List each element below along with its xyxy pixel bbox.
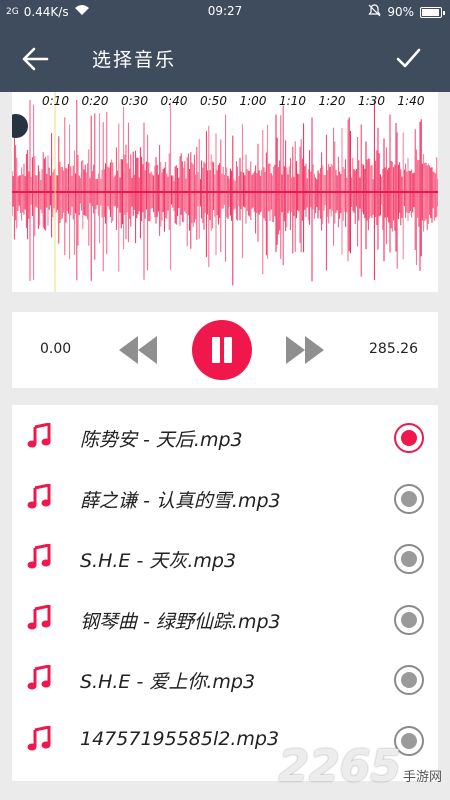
song-name: S.H.E - 天灰.mp3 [80, 550, 237, 572]
total-time: 285.26 [369, 341, 418, 357]
time-mark: 0:30 [121, 94, 148, 108]
back-arrow-icon[interactable] [20, 44, 50, 74]
time-mark: 0:40 [160, 94, 188, 108]
song-radio[interactable] [394, 544, 424, 574]
waveform[interactable] [12, 92, 438, 292]
time-mark: 0:20 [81, 94, 109, 108]
pause-button[interactable] [192, 320, 252, 380]
song-row[interactable]: 钢琴曲 - 绿野仙踪.mp3 [12, 589, 438, 649]
status-bar: 2G 0.44K/s 09:27 90% [0, 0, 450, 24]
app-bar: 选择音乐 [0, 24, 450, 92]
confirm-check-icon[interactable] [394, 44, 422, 72]
music-note-icon [27, 604, 51, 629]
music-note-icon [27, 483, 51, 508]
page-title: 选择音乐 [92, 49, 177, 71]
song-name: 14757195585l2.mp3 [80, 727, 280, 750]
song-name: 薛之谦 - 认真的雪.mp3 [80, 489, 281, 512]
music-note-icon [27, 423, 51, 448]
time-mark: 1:00 [239, 94, 267, 108]
bell-mute-icon [368, 4, 382, 20]
fast-forward-icon[interactable] [284, 334, 326, 366]
song-row[interactable]: 陈势安 - 天后.mp3 [12, 407, 438, 467]
song-radio[interactable] [394, 423, 424, 453]
song-radio[interactable] [394, 483, 424, 514]
music-note-icon [27, 665, 51, 690]
current-time: 0.00 [40, 341, 72, 357]
song-name: S.H.E - 爱上你.mp3 [80, 671, 256, 693]
time-mark: 1:10 [279, 94, 306, 108]
song-list: 陈势安 - 天后.mp3 薛之谦 - 认真的雪.mp3 S.H.E - 天灰.mp3… [12, 405, 438, 781]
time-mark: 1:20 [318, 94, 346, 108]
trim-handle[interactable] [12, 114, 28, 138]
status-right: 90% [368, 4, 445, 20]
watermark-logo: 2265 [278, 741, 401, 792]
waveform-panel[interactable]: 0:10 0:20 0:30 0:40 0:50 1:00 1:10 1:20 1:30 1:40 [12, 92, 438, 292]
watermark: 2265 手游网 [279, 741, 442, 792]
song-row[interactable]: S.H.E - 爱上你.mp3 [12, 649, 438, 709]
waveform-time-labels: 0:10 0:20 0:30 0:40 0:50 1:00 1:10 1:20 1:30 1:40 [12, 94, 438, 114]
music-note-icon [27, 725, 51, 750]
song-radio[interactable] [394, 604, 424, 635]
battery-percent: 90% [387, 5, 414, 19]
battery-icon [420, 6, 445, 18]
time-mark: 0:10 [42, 94, 69, 108]
rewind-icon[interactable] [117, 334, 159, 366]
song-name: 陈势安 - 天后.mp3 [80, 429, 243, 451]
player-controls: 0.00 285.26 [12, 312, 438, 388]
song-row[interactable]: 薛之谦 - 认真的雪.mp3 [12, 468, 438, 528]
song-radio[interactable] [394, 665, 424, 695]
time-mark: 0:50 [200, 94, 227, 108]
time-mark: 1:40 [397, 94, 425, 108]
watermark-text: 手游网 [402, 770, 442, 785]
song-name: 钢琴曲 - 绿野仙踪.mp3 [80, 610, 281, 633]
time-mark: 1:30 [358, 94, 385, 108]
song-row[interactable]: S.H.E - 天灰.mp3 [12, 528, 438, 588]
music-note-icon [27, 544, 51, 569]
